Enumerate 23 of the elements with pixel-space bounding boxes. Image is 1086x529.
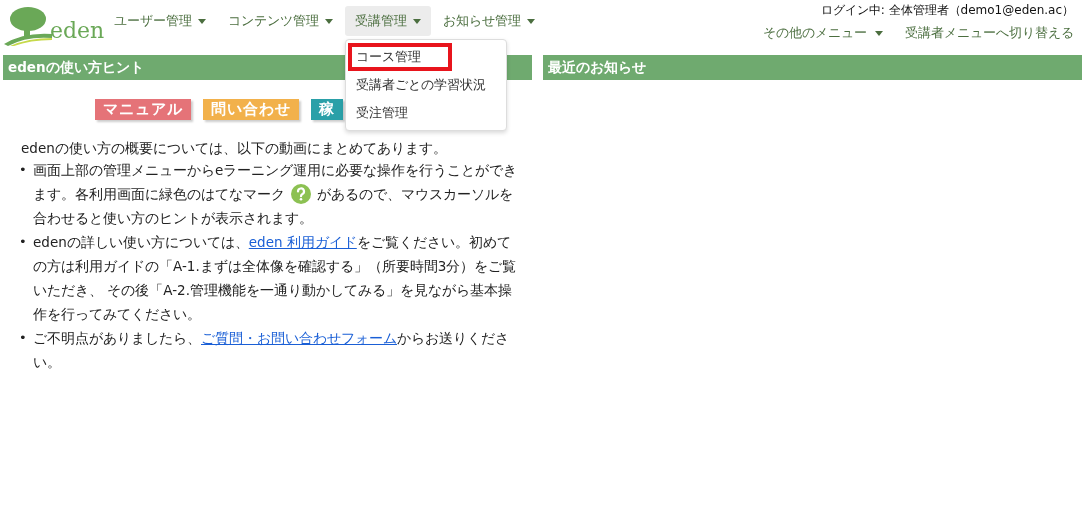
bullet: • — [19, 233, 25, 251]
login-status: ログイン中: 全体管理者（demo1@eden.ac） — [820, 2, 1074, 19]
help-link[interactable]: ご質問・お問い合わせフォーム — [201, 330, 397, 346]
caret-icon — [413, 18, 421, 24]
bullet: • — [19, 161, 25, 179]
nav-menu[interactable]: ユーザー管理 — [104, 6, 216, 36]
hint-paragraph: ご不明点がありましたら、ご質問・お問い合わせフォームからお送りください。 — [33, 329, 510, 372]
intro-text: edenの使い方の概要については、以下の動画にまとめてあります。 — [21, 139, 448, 158]
nav-menu[interactable]: お知らせ管理 — [433, 6, 545, 36]
caret-icon — [198, 18, 206, 24]
hint-paragraph: 画面上部の管理メニューからeラーニング運用に必要な操作を行うことができます。各利用画面に緑色のはてなマーク があるので、マウスカーソルを合わせると使い方のヒントが表示されます。 — [33, 161, 519, 228]
top-menu-link[interactable]: 受講者メニューへ切り替える — [905, 24, 1074, 42]
top-menu-link[interactable]: その他のメニュー — [763, 24, 883, 42]
nav-menu[interactable]: コンテンツ管理 — [218, 6, 343, 36]
hint-paragraph: edenの詳しい使い方については、eden 利用ガイド をご覧ください。初めての方は利用ガイドの「A-1.まずは全体像を確認する」（所要時間3分）をご覧いただき、 その後「A-2.管理機能を一通り動かしてみる」を見ながら基本操作を行ってみてください。 — [33, 233, 518, 324]
panel-header: 最近のお知らせ — [543, 55, 1082, 80]
help-link[interactable]: eden 利用ガイド — [248, 234, 357, 250]
question-icon — [291, 184, 311, 204]
nav-menu[interactable]: 受講管理 — [345, 6, 431, 36]
caret-icon — [527, 18, 535, 24]
bullet: • — [19, 329, 25, 347]
menu-item[interactable]: 受注管理 — [348, 99, 504, 127]
caret-icon — [325, 18, 333, 24]
